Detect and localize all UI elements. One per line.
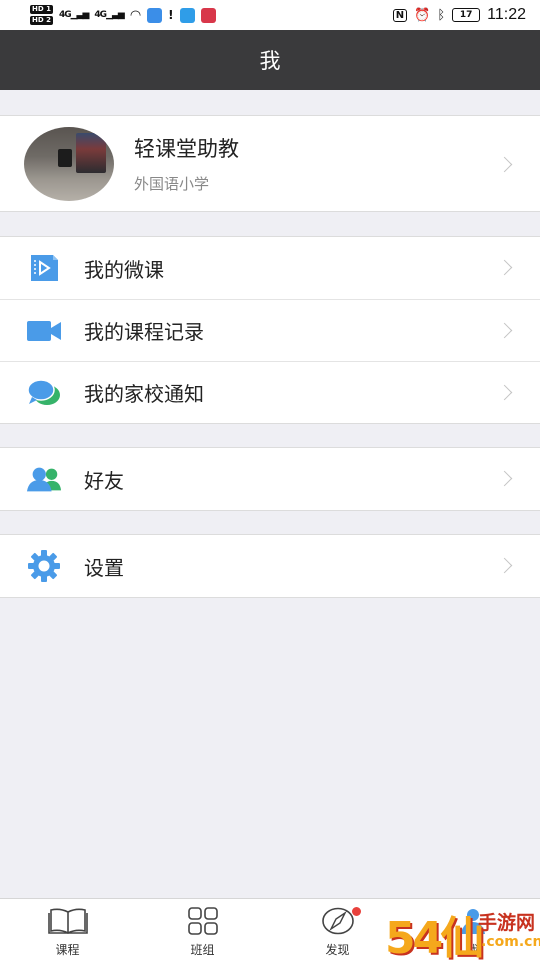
menu-group-3: 设置 [0,534,540,598]
status-bar: HD 1 HD 2 4G▁▃▅ 4G▁▃▅ ◠ ! N ⏰ ᛒ 17 11:22 [0,0,540,30]
menu-item-settings[interactable]: 设置 [0,535,540,597]
chevron-right-icon [496,470,513,487]
bluetooth-icon: ᛒ [437,7,446,23]
friends-icon [26,461,62,497]
nfc-icon: N [392,8,408,22]
book-icon [47,907,88,939]
clock: 11:22 [487,6,526,23]
alarm-icon: ⏰ [414,7,431,23]
bank-app-icon [200,7,216,23]
alert-icon: ! [168,8,174,22]
signal-icon: 4G▁▃▅ [58,10,89,20]
video-file-icon [26,250,62,286]
tab-label: 发现 [325,943,350,957]
menu-label: 设置 [84,555,124,580]
menu-item-my-microlessons[interactable]: 我的微课 [0,237,540,299]
menu-item-my-course-records[interactable]: 我的课程记录 [0,299,540,361]
tab-label: 课程 [55,943,80,957]
profile-name: 轻课堂助教 [134,137,239,161]
profile-school: 外国语小学 [134,175,210,193]
tab-label: 班组 [190,943,215,957]
battery-icon: 17 [452,8,481,22]
search-app-icon [179,7,195,23]
gear-icon [26,548,62,584]
chevron-right-icon [496,322,513,339]
menu-label: 我的家校通知 [84,382,204,406]
signal-icon-2: 4G▁▃▅ [94,10,124,20]
chevron-right-icon [496,557,513,574]
menu-item-friends[interactable]: 好友 [0,448,540,510]
menu-label: 好友 [84,468,124,493]
compass-icon [321,907,355,939]
title-bar: 我 [0,30,540,90]
menu-group-1: 我的微课 我的课程记录 我的家校通知 [0,236,540,424]
menu-group-2: 好友 [0,447,540,511]
tab-class-groups[interactable]: 班组 [135,899,270,960]
watermark-logo: 54仙 手游网 .com.cn [385,912,540,960]
shield-app-icon [147,7,163,23]
tab-courses[interactable]: 课程 [0,899,135,960]
profile-card[interactable]: 轻课堂助教 外国语小学 [0,115,540,212]
menu-label: 我的课程记录 [84,320,204,344]
notification-badge [352,907,361,916]
wifi-icon: ◠ [129,7,142,23]
chevron-right-icon [496,259,513,276]
page-title: 我 [259,49,281,73]
chat-bubbles-icon [26,375,62,411]
avatar [24,126,114,201]
chevron-right-icon [496,156,513,173]
grid-icon [187,907,219,939]
camera-icon [26,313,62,349]
menu-item-my-home-school-notices[interactable]: 我的家校通知 [0,361,540,423]
menu-label: 我的微课 [84,257,164,282]
hd-indicator: HD 1 HD 2 [30,5,53,25]
chevron-right-icon [496,384,513,401]
